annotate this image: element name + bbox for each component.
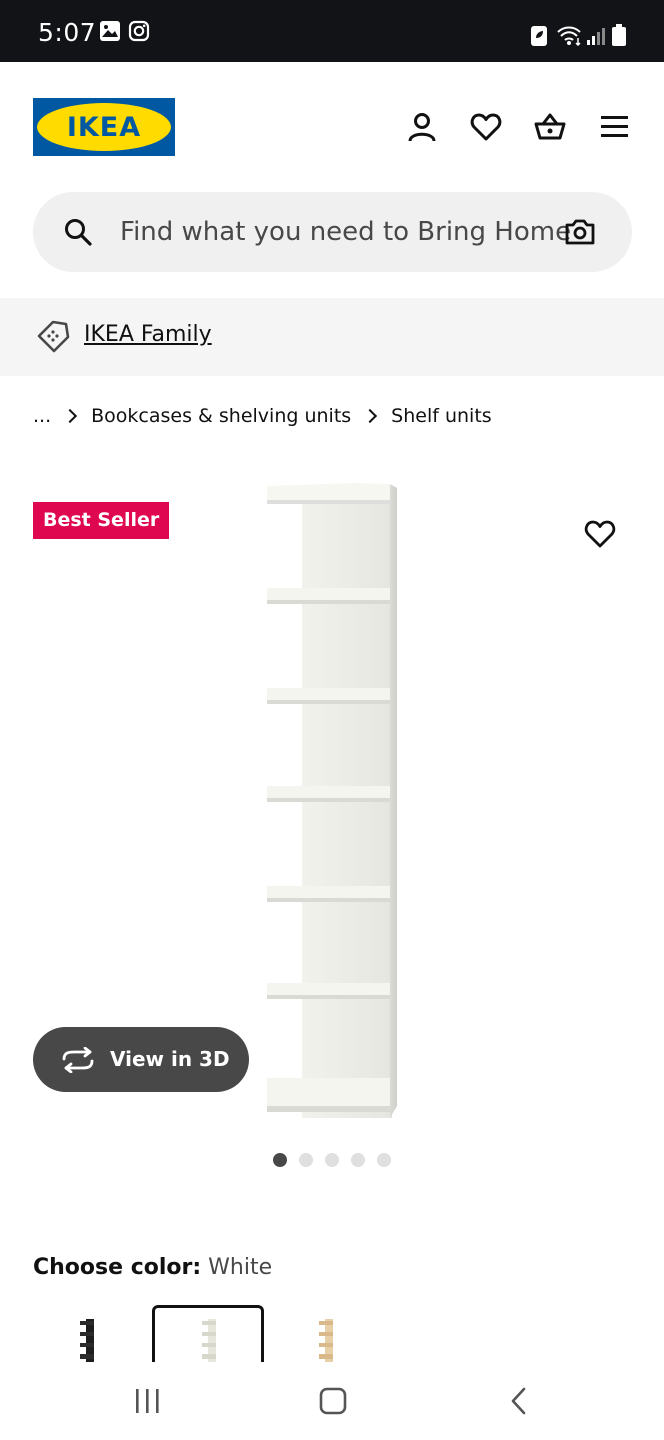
family-tag-icon [37,320,70,353]
carousel-dot[interactable] [325,1153,339,1167]
carousel-dot[interactable] [351,1153,365,1167]
color-swatch-white-stained-oak[interactable] [272,1305,384,1365]
menu-icon[interactable] [598,110,632,144]
breadcrumb-ellipsis[interactable]: ... [33,405,51,427]
color-chooser-label: Choose color: [33,1255,202,1280]
carousel-dot[interactable] [377,1153,391,1167]
image-carousel-dots [273,1153,391,1167]
wifi-icon [557,26,581,46]
instagram-icon [128,20,150,42]
ikea-family-banner[interactable]: IKEA Family [0,298,664,376]
account-icon[interactable] [405,110,439,144]
product-image-wall-shelf[interactable] [255,478,415,1128]
ikea-family-link[interactable]: IKEA Family [84,322,212,347]
carousel-dot[interactable] [273,1153,287,1167]
site-header: IKEA [0,62,664,182]
battery-saver-icon [531,26,547,46]
best-seller-badge: Best Seller [33,502,170,539]
swatch-thumbnail-oak [319,1319,333,1363]
color-chooser-heading: Choose color: White [33,1255,272,1280]
breadcrumb-shelf-units[interactable]: Shelf units [391,405,492,427]
ikea-logo[interactable]: IKEA [33,98,175,156]
image-icon [100,21,120,41]
color-swatch-white[interactable] [152,1305,264,1365]
wishlist-heart-icon[interactable] [469,110,503,144]
chevron-right-icon [63,408,78,424]
battery-icon [612,24,626,46]
selected-color-value: White [208,1255,273,1280]
breadcrumb: ... Bookcases & shelving units Shelf uni… [33,404,492,428]
swatch-thumbnail-black-brown [80,1319,94,1363]
logo-text: IKEA [66,112,142,143]
favorite-heart-icon[interactable] [582,516,618,552]
status-time: 5:07 [38,18,97,47]
swatch-thumbnail-white [202,1319,216,1363]
search-input[interactable]: Find what you need to Bring Home [120,217,571,247]
back-icon[interactable] [508,1387,530,1415]
recent-apps-icon[interactable] [133,1388,163,1414]
camera-icon[interactable] [564,217,596,247]
view-in-3d-label: View in 3D [110,1047,230,1071]
search-bar[interactable]: Find what you need to Bring Home [33,192,632,272]
shopping-basket-icon[interactable] [533,110,567,144]
search-icon[interactable] [63,217,93,247]
system-navigation-bar [0,1362,664,1440]
home-icon[interactable] [319,1387,347,1415]
signal-icon [587,28,605,45]
chevron-right-icon [363,408,378,424]
color-swatch-black-brown[interactable] [33,1305,145,1365]
status-bar: 5:07 [0,0,664,62]
view-in-3d-button[interactable]: View in 3D [33,1027,249,1092]
breadcrumb-bookcases[interactable]: Bookcases & shelving units [91,405,351,427]
carousel-dot[interactable] [299,1153,313,1167]
rotate-3d-icon [62,1047,94,1073]
